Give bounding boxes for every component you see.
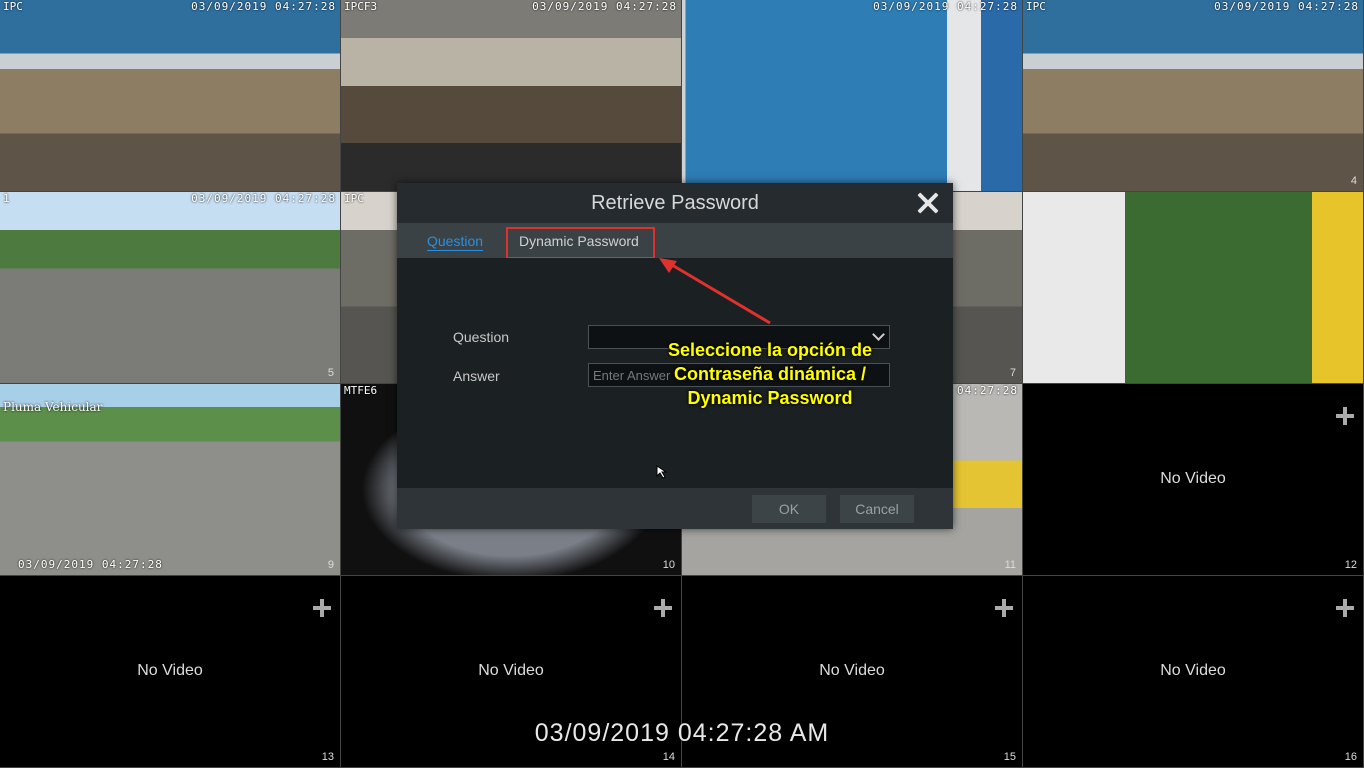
channel-number: 14 [662,751,675,763]
camera-tile[interactable] [1023,192,1364,384]
channel-number: 5 [327,367,334,379]
camera-label: Pluma Vehicular [3,400,103,414]
camera-tile[interactable]: 1 03/09/2019 04:27:28 5 [0,192,341,384]
channel-number: 10 [662,559,675,571]
no-video-text: No Video [478,661,544,679]
annotation-line-1: Seleccione la opción de [667,340,873,360]
annotation-text: Seleccione la opción de Contraseña dinám… [644,338,896,410]
dialog-title: Retrieve Password [397,183,953,223]
camera-timestamp: 03/09/2019 04:27:28 [1214,0,1359,13]
dialog-tabs: Question Dynamic Password [397,223,953,259]
camera-label: 1 [3,192,10,205]
camera-timestamp: 04:27:28 [957,384,1018,397]
no-video-text: No Video [1160,469,1226,487]
plus-icon[interactable] [1335,598,1355,618]
channel-number: 7 [1009,367,1016,379]
channel-number: 16 [1344,751,1357,763]
camera-feed [341,0,681,191]
no-video-text: No Video [1160,661,1226,679]
no-video-text: No Video [137,661,203,679]
camera-timestamp: 03/09/2019 04:27:28 [191,0,336,13]
camera-label: IPC [344,192,364,205]
ok-button[interactable]: OK [752,495,826,523]
camera-tile[interactable]: IPCF3 03/09/2019 04:27:28 [341,0,682,192]
answer-label: Answer [453,368,500,384]
annotation-line-2: Contraseña dinámica / [673,364,867,384]
channel-number: 15 [1003,751,1016,763]
channel-number: 12 [1344,559,1357,571]
camera-feed [0,192,340,383]
channel-number: 4 [1350,175,1357,187]
cancel-button[interactable]: Cancel [840,495,914,523]
camera-feed [1023,192,1363,383]
camera-label: IPCF3 [344,0,378,13]
system-timestamp: 03/09/2019 04:27:28 AM [534,719,830,747]
camera-timestamp: 03/09/2019 04:27:28 [873,0,1018,13]
dialog-footer: OK Cancel [397,488,953,529]
annotation-line-3: Dynamic Password [687,388,853,408]
plus-icon[interactable] [994,598,1014,618]
camera-feed [1023,0,1363,191]
channel-number: 11 [1004,559,1016,571]
plus-icon[interactable] [653,598,673,618]
plus-icon[interactable] [1335,406,1355,426]
camera-label: IPC [1026,0,1046,13]
camera-tile[interactable]: Pluma Vehicular 03/09/2019 04:27:28 9 [0,384,341,576]
camera-label: MTFE6 [344,384,378,397]
tab-question[interactable]: Question [427,233,484,251]
camera-tile[interactable]: No Video 12 [1023,384,1364,576]
question-label: Question [453,329,510,345]
no-video-text: No Video [819,661,885,679]
camera-feed [0,0,340,191]
camera-timestamp: 03/09/2019 04:27:28 [191,192,336,205]
camera-label: IPC [3,0,23,13]
mouse-cursor-icon [656,465,668,479]
annotation-arrow [659,258,771,325]
camera-timestamp: 03/09/2019 04:27:28 [532,0,677,13]
camera-feed [682,0,1022,191]
camera-timestamp: 03/09/2019 04:27:28 [18,558,163,571]
camera-tile[interactable]: 03/09/2019 04:27:28 [682,0,1023,192]
channel-number: 9 [327,559,334,571]
plus-icon[interactable] [312,598,332,618]
camera-tile[interactable]: IPC 03/09/2019 04:27:28 [0,0,341,192]
close-icon[interactable] [917,192,939,214]
channel-number: 13 [321,751,334,763]
camera-tile[interactable]: IPC 03/09/2019 04:27:28 4 [1023,0,1364,192]
tab-dynamic-password[interactable]: Dynamic Password [519,233,639,249]
